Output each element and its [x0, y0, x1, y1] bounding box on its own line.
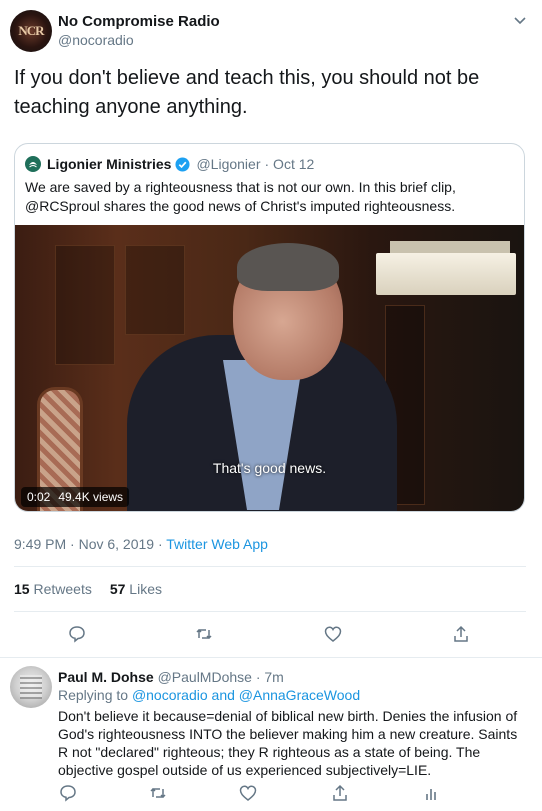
replying-prefix: Replying to: [58, 687, 132, 703]
retweet-icon[interactable]: [148, 783, 168, 803]
share-icon[interactable]: [451, 624, 471, 644]
like-icon[interactable]: [323, 624, 343, 644]
avatar-logo-text: NCR: [18, 23, 44, 38]
divider: [14, 611, 526, 612]
speaker-hair: [237, 243, 339, 291]
share-icon[interactable]: [330, 783, 350, 803]
like-icon[interactable]: [238, 783, 258, 803]
likes-count: 57: [109, 581, 126, 597]
tweet-actions: [0, 624, 542, 644]
video-views: 49.4K views: [58, 490, 124, 504]
likes-stat[interactable]: 57 Likes: [110, 581, 162, 597]
replying-to-links[interactable]: @nocoradio and @AnnaGraceWood: [132, 687, 360, 703]
tweet-source[interactable]: Twitter Web App: [166, 536, 268, 552]
reply-avatar[interactable]: [10, 666, 52, 708]
author-handle[interactable]: @nocoradio: [58, 32, 134, 48]
studio-light-bar: [390, 241, 510, 253]
retweets-label: Retweets: [33, 581, 92, 597]
video-duration: 0:02: [27, 490, 51, 504]
tweet-stats: 15 Retweets 57 Likes: [14, 581, 162, 597]
reply-author-name[interactable]: Paul M. Dohse: [58, 669, 154, 685]
chevron-down-icon[interactable]: [512, 12, 528, 28]
wood-panel: [55, 245, 115, 365]
main-tweet: NCR No Compromise Radio @nocoradio If yo…: [0, 0, 542, 657]
verified-icon: [175, 156, 190, 172]
tweet-timestamp[interactable]: 9:49 PM · Nov 6, 2019 ·: [14, 536, 166, 552]
quoted-author-handle: @Ligonier: [196, 156, 261, 172]
reply-actions: [0, 783, 542, 803]
video-player[interactable]: That's good news. 0:02 49.4K views: [15, 225, 524, 511]
reply-text: Don't believe it because=denial of bibli…: [58, 708, 518, 778]
ligonier-logo-icon: [25, 156, 41, 172]
quoted-tweet[interactable]: Ligonier Ministries @Ligonier · Oct 12 W…: [14, 143, 525, 512]
retweets-count: 15: [14, 581, 30, 597]
studio-light: [376, 253, 516, 295]
retweets-stat[interactable]: 15 Retweets: [14, 581, 92, 597]
divider: [14, 566, 526, 567]
wood-panel: [125, 245, 185, 335]
quoted-date: · Oct 12: [264, 156, 315, 172]
retweet-icon[interactable]: [194, 624, 214, 644]
reply-author-handle[interactable]: @PaulMDohse: [158, 669, 252, 685]
analytics-icon[interactable]: [422, 783, 442, 803]
video-subtitle: That's good news.: [212, 460, 327, 476]
author-name[interactable]: No Compromise Radio: [58, 13, 220, 30]
quoted-header: Ligonier Ministries @Ligonier · Oct 12: [25, 154, 314, 174]
video-badge: 0:02 49.4K views: [21, 487, 130, 507]
reply-tweet[interactable]: Paul M. Dohse @PaulMDohse · 7m Replying …: [0, 657, 542, 811]
reply-icon[interactable]: [67, 624, 87, 644]
reply-header: Paul M. Dohse @PaulMDohse · 7m: [58, 669, 284, 685]
reply-icon[interactable]: [58, 783, 78, 803]
tweet-meta: 9:49 PM · Nov 6, 2019 · Twitter Web App: [14, 536, 268, 552]
replying-to: Replying to @nocoradio and @AnnaGraceWoo…: [58, 687, 360, 703]
quoted-author-name[interactable]: Ligonier Ministries: [47, 156, 171, 172]
tweet-text: If you don't believe and teach this, you…: [14, 67, 480, 118]
avatar[interactable]: NCR: [10, 10, 52, 52]
quoted-text: We are saved by a righteousness that is …: [25, 179, 456, 214]
reply-time: · 7m: [255, 669, 284, 685]
likes-label: Likes: [129, 581, 162, 597]
